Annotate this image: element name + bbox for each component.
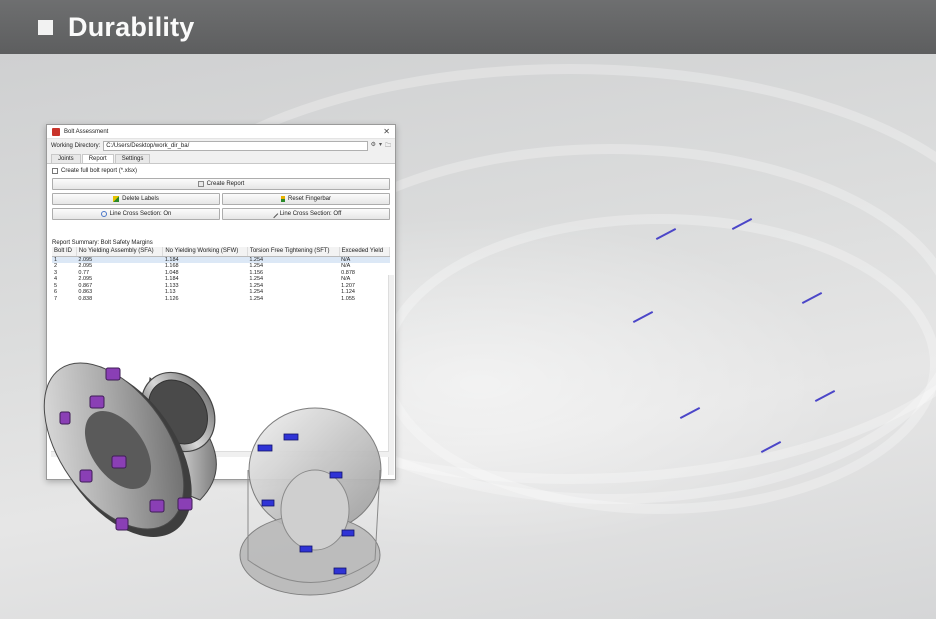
horizontal-scrollbar[interactable]	[51, 451, 389, 457]
working-directory-field[interactable]: C:/Users/Desktop/work_dir_ba/	[103, 140, 368, 151]
create-report-label: Create Report	[206, 181, 245, 187]
delete-labels-button[interactable]: Delete Labels	[52, 193, 220, 205]
column-header[interactable]: Bolt ID	[52, 247, 77, 257]
full-report-label: Create full bolt report (*.xlsx)	[61, 168, 138, 174]
line-cross-off-label: Line Cross Section: Off	[279, 211, 342, 217]
vertical-scrollbar[interactable]	[388, 275, 394, 475]
table-header-row: Bolt ID No Yielding Assembly (SFA) No Yi…	[52, 247, 391, 257]
table-cell: N/A	[339, 256, 390, 263]
table-cell: 1.254	[249, 295, 264, 302]
table-cell: 7	[54, 295, 58, 302]
line-icon	[269, 209, 278, 219]
bolt-margins-table: Bolt ID No Yielding Assembly (SFA) No Yi…	[52, 247, 391, 303]
labels-icon	[113, 196, 120, 202]
line-cross-off-button[interactable]: Line Cross Section: Off	[222, 208, 390, 220]
table-cell: 1.184	[162, 256, 248, 263]
header-square-icon	[38, 19, 53, 35]
summary-title: Report Summary: Bolt Safety Margins	[52, 240, 153, 246]
dialog-title: Bolt Assessment	[64, 128, 109, 135]
column-header[interactable]: Exceeded Yield	[339, 247, 391, 257]
tab-bar: Joints Report Settings	[47, 152, 395, 164]
working-directory-row: Working Directory: C:/Users/Desktop/work…	[47, 139, 395, 152]
delete-labels-label: Delete Labels	[122, 196, 159, 202]
backdrop-wave	[380, 214, 936, 514]
reset-fingerbar-label: Reset Fingerbar	[287, 196, 332, 202]
line-cross-on-button[interactable]: Line Cross Section: On	[52, 208, 220, 220]
create-report-button[interactable]: Create Report	[52, 178, 390, 190]
cross-section-icon	[100, 211, 107, 217]
report-icon	[197, 181, 204, 187]
tab-joints[interactable]: Joints	[51, 154, 81, 163]
table-cell: 1.254	[247, 256, 340, 263]
full-report-option[interactable]: Create full bolt report (*.xlsx)	[52, 166, 390, 176]
tab-settings[interactable]: Settings	[114, 154, 151, 163]
tab-report[interactable]: Report	[81, 154, 114, 163]
table-cell: 0.838	[78, 295, 93, 302]
dialog-titlebar: Bolt Assessment ✕	[47, 125, 395, 139]
table-cell: 1	[52, 256, 77, 263]
working-directory-value: C:/Users/Desktop/work_dir_ba/	[106, 142, 190, 149]
full-report-checkbox[interactable]	[52, 168, 58, 174]
line-cross-on-label: Line Cross Section: On	[109, 211, 172, 217]
table-row[interactable]: 7 0.838 1.126 1.254 1.055	[52, 296, 390, 303]
bolt-assessment-dialog: Bolt Assessment ✕ Working Directory: C:/…	[46, 124, 396, 480]
table-cell: 2.095	[76, 256, 163, 263]
column-header[interactable]: No Yielding Working (SFW)	[162, 247, 248, 257]
page-title: Durability	[68, 11, 195, 42]
table-cell: 1.126	[164, 295, 179, 302]
report-panel: Create full bolt report (*.xlsx) Create …	[47, 164, 395, 304]
folder-icon[interactable]: 🗀	[385, 141, 391, 151]
app-icon	[52, 127, 60, 136]
reset-fingerbar-button[interactable]: Reset Fingerbar	[222, 193, 390, 205]
fingerbar-icon	[280, 196, 285, 202]
table-row[interactable]: 1 2.095 1.184 1.254 N/A	[52, 256, 390, 263]
column-header[interactable]: Torsion Free Tightening (SFT)	[247, 247, 340, 257]
column-header[interactable]: No Yielding Assembly (SFA)	[76, 247, 164, 257]
working-directory-label: Working Directory:	[51, 142, 101, 149]
settings-icon[interactable]: ⚙	[371, 141, 376, 151]
chevron-down-icon[interactable]: ▾	[379, 141, 382, 151]
header-bar: Durability	[0, 0, 936, 54]
table-cell: 1.055	[341, 295, 355, 302]
close-icon[interactable]: ✕	[383, 127, 390, 136]
